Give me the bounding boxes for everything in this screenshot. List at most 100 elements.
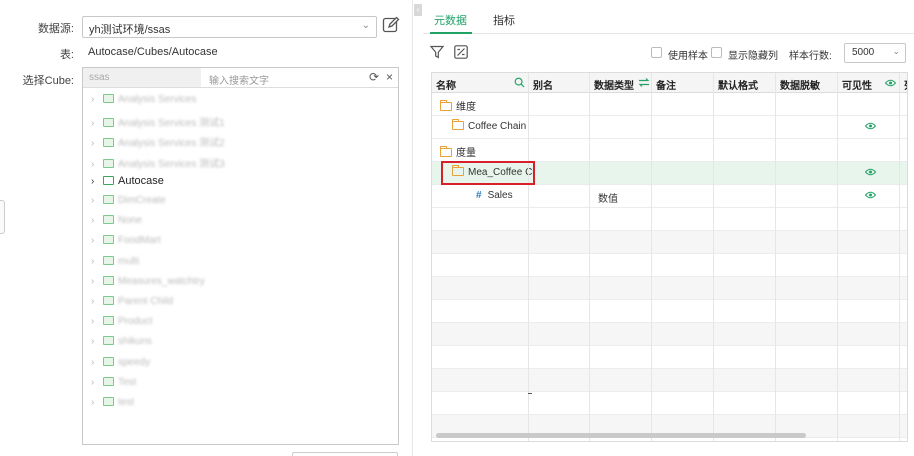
chevron-right-icon[interactable]: › xyxy=(91,159,103,170)
col-visibility[interactable]: 可见性 xyxy=(842,77,872,92)
tree-item-label: Test xyxy=(118,376,137,388)
panel-divider xyxy=(412,0,413,456)
table-label: 表: xyxy=(59,49,74,61)
show-hidden-checkbox[interactable] xyxy=(711,47,722,58)
tree-item[interactable]: › Measures_watchtry xyxy=(91,275,205,290)
col-masking[interactable]: 数据脱敏 xyxy=(780,77,820,92)
chevron-right-icon[interactable]: › xyxy=(91,397,103,408)
cube-search-prefix: ssas xyxy=(83,68,201,87)
chevron-right-icon[interactable]: › xyxy=(91,336,103,347)
tree-item[interactable]: › Autocase xyxy=(91,175,164,189)
tree-item[interactable]: › Analysis Services xyxy=(91,94,196,108)
chevron-right-icon[interactable]: › xyxy=(91,138,103,149)
left-panel: 数据源: yh测试环境/ssas ⌄ 表: Autocase/Cubes/Aut… xyxy=(0,0,408,456)
tree-item[interactable]: › None xyxy=(91,215,142,229)
tree-item[interactable]: › Analysis Services 测试1 xyxy=(91,114,225,130)
collapse-left-icon[interactable]: ‹ xyxy=(414,4,422,16)
tree-item[interactable]: › shikuns xyxy=(91,336,152,350)
sample-rows-label: 样本行数: xyxy=(789,51,832,62)
col-datatype[interactable]: 数据类型 xyxy=(594,77,634,92)
close-icon[interactable]: × xyxy=(386,70,393,84)
row-name: Sales xyxy=(487,190,513,201)
filter-icon[interactable] xyxy=(430,45,444,59)
chevron-right-icon[interactable]: › xyxy=(91,357,103,368)
chevron-right-icon[interactable]: › xyxy=(91,94,103,105)
refresh-icon[interactable]: ⟳ xyxy=(369,70,379,84)
cursor-mark xyxy=(528,393,532,394)
grid-vline xyxy=(528,73,529,441)
tree-item[interactable]: › speedy xyxy=(91,356,151,371)
col-remark[interactable]: 备注 xyxy=(656,77,676,92)
tree-item[interactable]: › Analysis Services 测试3 xyxy=(91,155,225,170)
chevron-right-icon[interactable]: › xyxy=(91,118,103,129)
cube-icon xyxy=(103,275,114,285)
eye-icon[interactable] xyxy=(865,191,876,199)
chevron-right-icon[interactable]: › xyxy=(91,176,103,187)
cube-icon xyxy=(103,118,114,128)
cube-icon xyxy=(103,158,114,168)
col-alias[interactable]: 别名 xyxy=(533,77,553,92)
chevron-right-icon[interactable]: › xyxy=(91,296,103,307)
grid-vline xyxy=(589,73,590,441)
use-sample-checkbox[interactable] xyxy=(651,47,662,58)
chevron-right-icon[interactable]: › xyxy=(91,256,103,267)
tree-item[interactable]: › Parent Child xyxy=(91,296,173,310)
tree-item[interactable]: › Product xyxy=(91,316,152,330)
grid-vline xyxy=(651,73,652,441)
tab-metadata[interactable]: 元数据 xyxy=(434,12,467,28)
cube-icon xyxy=(103,235,114,245)
sample-rows-select[interactable]: 5000 ⌄ xyxy=(844,43,906,63)
cell-name: # Sales xyxy=(476,190,513,201)
chevron-right-icon[interactable]: › xyxy=(91,235,103,246)
tree-item[interactable]: › Test xyxy=(91,376,137,391)
formula-icon[interactable] xyxy=(454,45,468,59)
swap-icon[interactable] xyxy=(638,77,650,88)
grid-vline xyxy=(837,73,838,441)
cube-search-bar: ssas 输入搜索文字 ⟳ × xyxy=(83,68,398,88)
side-collapse-handle[interactable] xyxy=(0,200,5,234)
edit-icon[interactable] xyxy=(382,16,400,34)
row-name: 度量 xyxy=(456,148,476,159)
tree-item[interactable]: › test xyxy=(91,397,134,411)
tree-item-label: Analysis Services xyxy=(118,94,197,105)
chevron-right-icon[interactable]: › xyxy=(91,377,103,388)
tree-item-label: None xyxy=(118,215,142,227)
tree-item[interactable]: › Analysis Services 测试2 xyxy=(91,134,225,149)
folder-icon xyxy=(440,146,452,157)
eye-icon[interactable] xyxy=(865,168,876,176)
tree-item-label: Measures_watchtry xyxy=(118,275,205,287)
cube-icon xyxy=(103,94,114,103)
col-name[interactable]: 名称 xyxy=(436,77,456,92)
cell-datatype: 数值 xyxy=(598,194,618,205)
datasource-select[interactable]: yh测试环境/ssas ⌄ xyxy=(82,16,377,38)
folder-icon xyxy=(440,100,452,111)
bottom-button[interactable] xyxy=(292,452,398,456)
eye-icon[interactable] xyxy=(885,79,896,87)
tree-item-label: Analysis Services 测试3 xyxy=(118,158,225,170)
cube-tree-panel: ssas 输入搜索文字 ⟳ × › Analysis Services › Analy… xyxy=(82,67,399,445)
tab-metrics[interactable]: 指标 xyxy=(493,12,515,28)
chevron-right-icon[interactable]: › xyxy=(91,276,103,287)
tree-item[interactable]: › multi xyxy=(91,255,139,270)
tree-item[interactable]: › DimCreate xyxy=(91,195,166,209)
eye-icon[interactable] xyxy=(865,122,876,130)
cube-icon xyxy=(103,356,114,366)
datasource-label: 数据源: xyxy=(37,23,74,35)
chevron-right-icon[interactable]: › xyxy=(91,316,103,327)
col-default-format[interactable]: 默认格式 xyxy=(718,77,758,92)
cube-search-input[interactable]: 输入搜索文字 xyxy=(209,72,269,87)
chevron-right-icon[interactable]: › xyxy=(91,215,103,226)
cube-icon xyxy=(103,376,114,386)
col-column[interactable]: 列 xyxy=(904,77,907,92)
search-icon[interactable] xyxy=(514,77,525,88)
tree-item[interactable]: › FoodMart xyxy=(91,235,161,249)
tree-item-label: Analysis Services 测试1 xyxy=(118,118,225,130)
tree-item-label: speedy xyxy=(118,356,151,368)
horizontal-scrollbar[interactable] xyxy=(436,433,806,438)
cube-icon xyxy=(103,255,114,265)
sample-rows-value: 5000 xyxy=(852,47,875,58)
tree-item-label: Parent Child xyxy=(118,296,174,307)
cube-icon xyxy=(103,336,114,346)
chevron-right-icon[interactable]: › xyxy=(91,195,103,206)
tree-item-label: test xyxy=(118,397,135,408)
